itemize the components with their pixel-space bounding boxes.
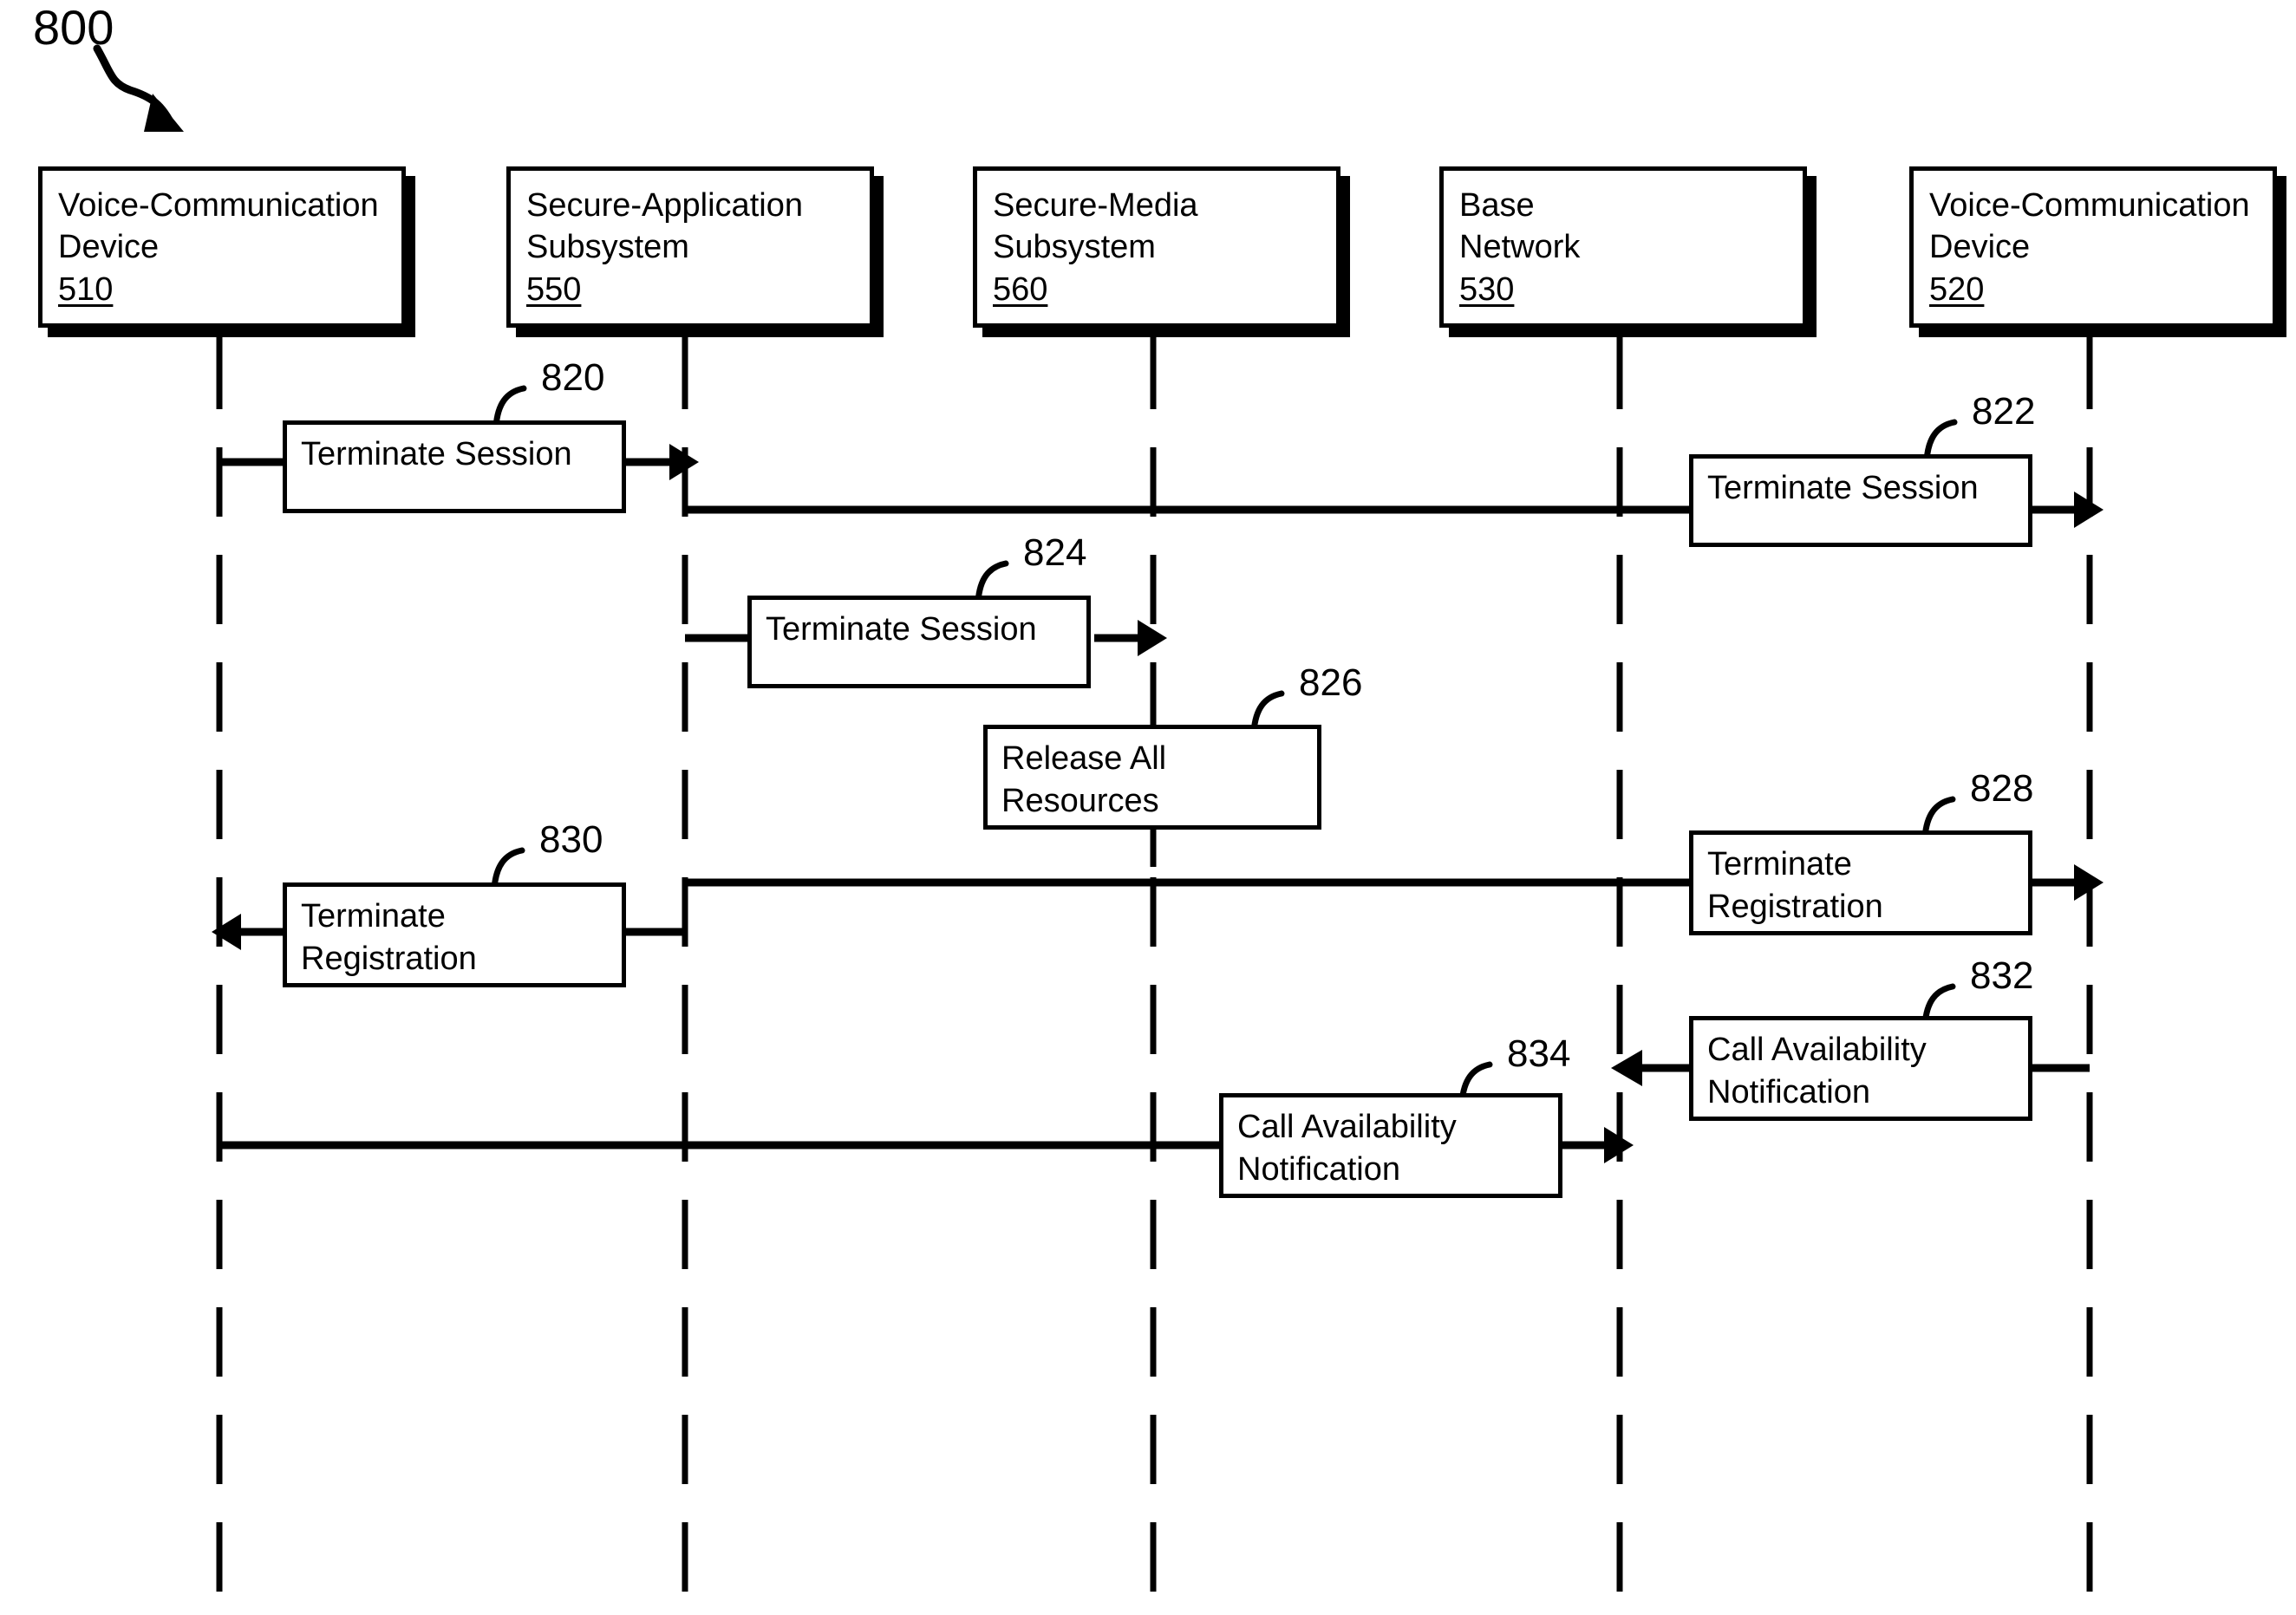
callout-822: 822 bbox=[1972, 390, 2036, 433]
callout-824: 824 bbox=[1023, 531, 1087, 574]
message-box-822: Terminate Session bbox=[1689, 454, 2032, 547]
participant-530-line1: Base bbox=[1459, 187, 1535, 224]
message-828-line2: Registration bbox=[1707, 889, 1883, 926]
head-stems bbox=[216, 328, 2093, 364]
participant-550-line1: Secure-Application bbox=[526, 187, 803, 224]
participant-box-530: Base Network 530 bbox=[1439, 166, 1807, 328]
message-832-line1: Call Availability bbox=[1707, 1032, 1927, 1068]
message-834-line1: Call Availability bbox=[1237, 1109, 1457, 1145]
message-box-832: Call Availability Notification bbox=[1689, 1016, 2032, 1121]
participant-box-560: Secure-Media Subsystem 560 bbox=[973, 166, 1340, 328]
participant-560-line2: Subsystem bbox=[993, 229, 1156, 266]
message-box-828: Terminate Registration bbox=[1689, 830, 2032, 935]
message-box-826: Release All Resources bbox=[983, 725, 1321, 830]
participant-510-ref: 510 bbox=[58, 270, 114, 308]
participant-510-line2: Device bbox=[58, 229, 160, 266]
participant-box-510: Voice-Communication Device 510 bbox=[38, 166, 406, 328]
participant-box-550: Secure-Application Subsystem 550 bbox=[506, 166, 874, 328]
message-822-line1: Terminate Session bbox=[1707, 470, 1979, 506]
figure-number: 800 bbox=[33, 0, 114, 55]
patent-figure-sheet: 800 Voice-Communication Device 510 Secur… bbox=[0, 0, 2296, 1615]
message-826-line1: Release All bbox=[1001, 740, 1167, 777]
message-832-line2: Notification bbox=[1707, 1074, 1870, 1111]
message-828-line1: Terminate bbox=[1707, 846, 1852, 882]
message-826-line2: Resources bbox=[1001, 783, 1159, 820]
callout-834: 834 bbox=[1507, 1032, 1571, 1075]
participant-560-line1: Secure-Media bbox=[993, 187, 1198, 224]
participant-520-line1: Voice-Communication bbox=[1929, 187, 2250, 224]
message-830-line2: Registration bbox=[301, 941, 477, 978]
message-834-line2: Notification bbox=[1237, 1151, 1400, 1188]
participant-530-line2: Network bbox=[1459, 229, 1581, 266]
message-830-line1: Terminate bbox=[301, 898, 446, 934]
message-box-830: Terminate Registration bbox=[283, 882, 626, 987]
callout-828: 828 bbox=[1970, 767, 2034, 810]
callout-830: 830 bbox=[539, 818, 603, 861]
figure-leader-arrow bbox=[93, 44, 184, 132]
callout-820: 820 bbox=[541, 356, 605, 399]
participant-510-line1: Voice-Communication bbox=[58, 187, 379, 224]
participant-560-ref: 560 bbox=[993, 270, 1048, 308]
callout-832: 832 bbox=[1970, 954, 2034, 997]
participant-530-ref: 530 bbox=[1459, 270, 1515, 308]
participant-box-520: Voice-Communication Device 520 bbox=[1909, 166, 2277, 328]
participant-550-ref: 550 bbox=[526, 270, 582, 308]
message-824-line1: Terminate Session bbox=[766, 611, 1037, 648]
participant-550-line2: Subsystem bbox=[526, 229, 689, 266]
message-box-824: Terminate Session bbox=[747, 596, 1091, 688]
participant-520-ref: 520 bbox=[1929, 270, 1985, 308]
participant-520-line2: Device bbox=[1929, 229, 2031, 266]
message-box-820: Terminate Session bbox=[283, 420, 626, 513]
message-box-834: Call Availability Notification bbox=[1219, 1093, 1562, 1198]
callout-826: 826 bbox=[1299, 661, 1363, 704]
message-820-line1: Terminate Session bbox=[301, 436, 572, 472]
